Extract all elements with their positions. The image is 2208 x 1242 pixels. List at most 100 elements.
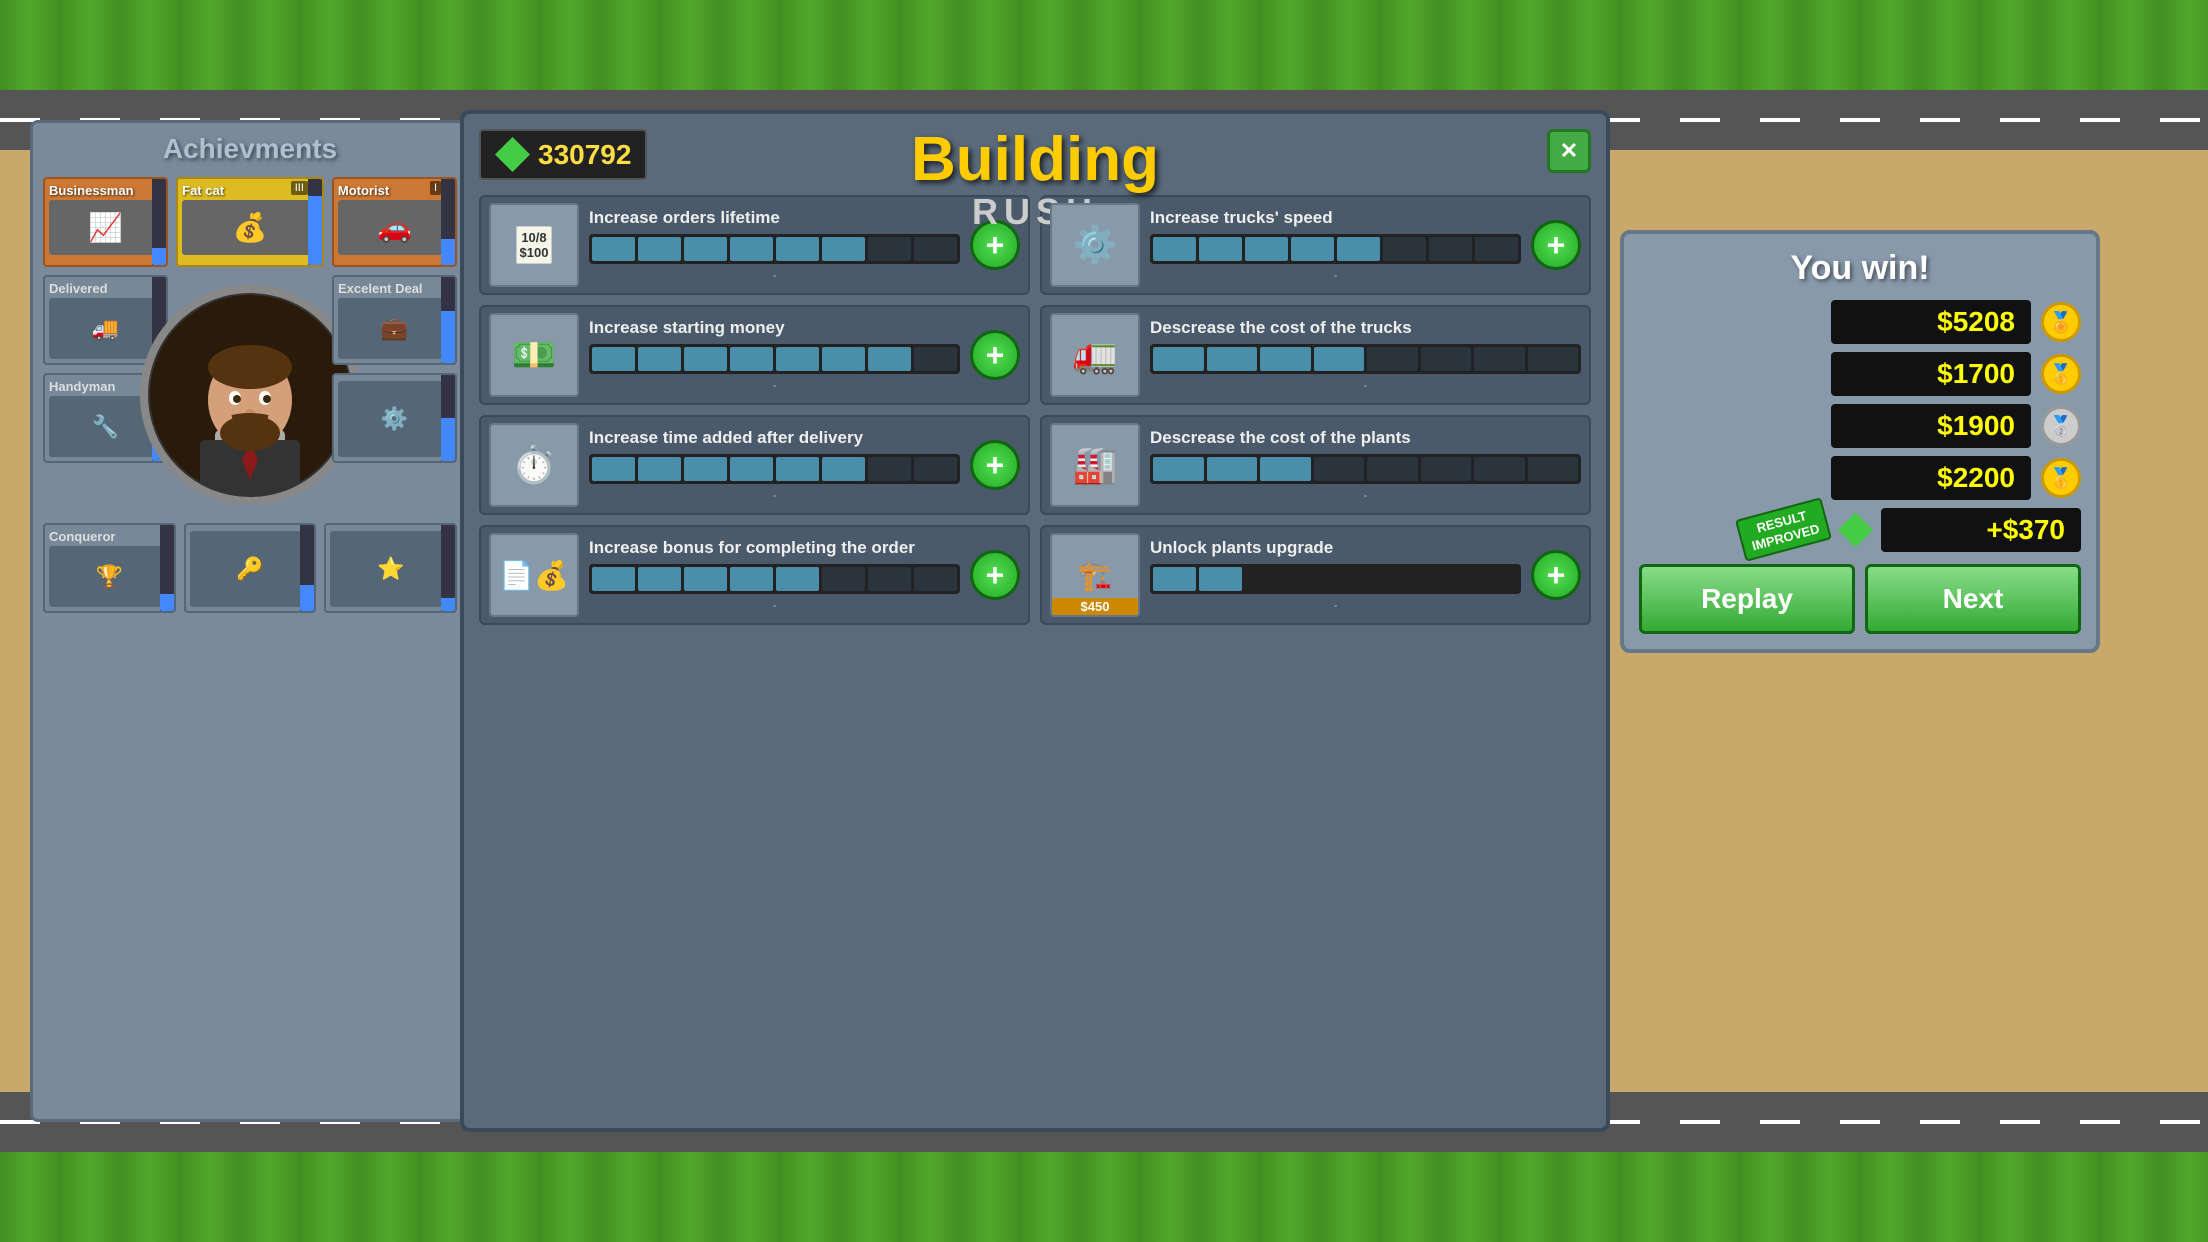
upgrade-level-time-delivery: - [589, 488, 960, 502]
upgrade-icon-unlock-plants: 🏗️ $450 [1050, 533, 1140, 617]
achievement-inner-blank1: 🔑 [190, 531, 311, 607]
upgrade-content-unlock-plants: Unlock plants upgrade - [1150, 538, 1521, 612]
replay-button[interactable]: Replay [1639, 564, 1855, 634]
bo-seg3 [684, 567, 727, 591]
progress-fill-motorist [441, 239, 455, 265]
bo-seg2 [638, 567, 681, 591]
achievement-inner-unknown: ⚙️ [338, 381, 451, 457]
ts-seg3 [1245, 237, 1288, 261]
achievement-card-blank1[interactable]: 🔑 [184, 523, 317, 613]
achievement-card-blank2[interactable]: ⭐ [324, 523, 457, 613]
upgrade-icon-orders: 10/8$100 [489, 203, 579, 287]
progress-blank1 [300, 525, 314, 611]
up-seg7 [1429, 567, 1472, 591]
upgrade-content-plants-cost: Descrease the cost of the plants - [1150, 428, 1581, 502]
header-left: 330792 [479, 129, 647, 180]
upgrade-content-trucks-cost: Descrease the cost of the trucks - [1150, 318, 1581, 392]
sm-seg8 [914, 347, 957, 371]
up-seg4 [1291, 567, 1334, 591]
progress-businessman [152, 179, 166, 265]
progress-fill-businessman [152, 248, 166, 265]
medal-4: 🥇 [2041, 458, 2081, 498]
achievement-inner-conqueror: 🏆 [49, 546, 170, 607]
achievement-card-excellent[interactable]: Excelent Deal 💼 [332, 275, 457, 365]
upgrade-item-trucks-speed: ⚙️ Increase trucks' speed [1040, 195, 1591, 295]
avatar [140, 285, 360, 505]
close-button[interactable]: ✕ [1547, 129, 1591, 173]
progress-excellent [441, 277, 455, 363]
ts-seg5 [1337, 237, 1380, 261]
main-dialog: 330792 Building RUSH ✕ 10/8$100 Increase… [460, 110, 1610, 1132]
ts-seg4 [1291, 237, 1334, 261]
sm-seg7 [868, 347, 911, 371]
seg8 [914, 237, 957, 261]
achievement-inner-blank2: ⭐ [330, 531, 451, 607]
upgrade-segments-time-delivery [589, 454, 960, 484]
achievement-label-delivered: Delivered [49, 281, 162, 296]
td-seg5 [776, 457, 819, 481]
td-seg4 [730, 457, 773, 481]
pc-seg8 [1528, 457, 1579, 481]
achievement-card-businessman[interactable]: Businessman I 📈 [43, 177, 168, 267]
tc-seg4 [1314, 347, 1365, 371]
you-win-title: You win! [1639, 249, 2081, 288]
you-win-panel: You win! $5208 🏅 $1700 🥇 $1900 🥈 $2200 🥇… [1620, 230, 2100, 653]
tc-seg2 [1207, 347, 1258, 371]
money-icon [495, 137, 530, 172]
upgrade-icon-trucks-speed: ⚙️ [1050, 203, 1140, 287]
dialog-header: 330792 Building RUSH ✕ [479, 129, 1591, 180]
upgrade-bar-plants-cost [1150, 454, 1581, 484]
pc-seg4 [1314, 457, 1365, 481]
up-seg8 [1475, 567, 1518, 591]
progress-fill-excellent [441, 311, 455, 363]
sm-seg2 [638, 347, 681, 371]
upgrade-level-orders: - [589, 268, 960, 282]
upgrade-bar-orders [589, 234, 960, 264]
upgrade-grid: 10/8$100 Increase orders lifetime [479, 195, 1591, 625]
upgrade-add-trucks-speed[interactable]: + [1531, 220, 1581, 270]
bo-seg8 [914, 567, 957, 591]
upgrade-segments-trucks-speed [1150, 234, 1521, 264]
upgrade-segments-plants-cost [1150, 454, 1581, 484]
upgrade-icon-bonus-order: 📄💰 [489, 533, 579, 617]
achievement-inner-delivered: 🚚 [49, 298, 162, 359]
score-row-3: $1900 🥈 [1639, 404, 2081, 448]
progress-fill-unknown [441, 418, 455, 461]
upgrade-add-unlock-plants[interactable]: + [1531, 550, 1581, 600]
achievement-row-1: Businessman I 📈 Fat cat III 💰 Motorist I… [43, 177, 457, 267]
progress-fill-blank2 [441, 598, 455, 611]
achievement-card-conqueror[interactable]: Conqueror 🏆 [43, 523, 176, 613]
upgrade-icon-trucks-cost: 🚛 [1050, 313, 1140, 397]
achievement-card-fatcat[interactable]: Fat cat III 💰 [176, 177, 324, 267]
seg1 [592, 237, 635, 261]
achievement-card-unknown[interactable]: ⚙️ [332, 373, 457, 463]
achievement-card-motorist[interactable]: Motorist I 🚗 [332, 177, 457, 267]
upgrade-item-plants-cost: 🏭 Descrease the cost of the plants [1040, 415, 1591, 515]
upgrade-segments-orders [589, 234, 960, 264]
upgrade-bar-time-delivery [589, 454, 960, 484]
upgrade-add-bonus-order[interactable]: + [970, 550, 1020, 600]
medal-1: 🏅 [2041, 302, 2081, 342]
score-value-3: $1900 [1831, 404, 2031, 448]
upgrade-level-trucks-speed: - [1150, 268, 1521, 282]
ts-seg6 [1383, 237, 1426, 261]
upgrade-name-time-delivery: Increase time added after delivery [589, 428, 960, 448]
up-seg2 [1199, 567, 1242, 591]
tc-seg6 [1421, 347, 1472, 371]
progress-unknown [441, 375, 455, 461]
upgrade-icon-starting-money: 💵 [489, 313, 579, 397]
upgrade-add-starting-money[interactable]: + [970, 330, 1020, 380]
upgrade-add-time-delivery[interactable]: + [970, 440, 1020, 490]
progress-motorist [441, 179, 455, 265]
upgrade-bar-trucks-speed [1150, 234, 1521, 264]
upgrade-item-bonus-order: 📄💰 Increase bonus for completing the ord… [479, 525, 1030, 625]
bo-seg6 [822, 567, 865, 591]
next-button[interactable]: Next [1865, 564, 2081, 634]
tc-seg3 [1260, 347, 1311, 371]
currency-value: 330792 [538, 139, 631, 171]
upgrade-item-trucks-cost: 🚛 Descrease the cost of the trucks [1040, 305, 1591, 405]
achievement-tier-fatcat: III [291, 181, 308, 195]
upgrade-item-time-delivery: ⏱️ Increase time added after delivery [479, 415, 1030, 515]
achievements-panel: Achievments Businessman I 📈 Fat cat III … [30, 120, 470, 1122]
score-row-1: $5208 🏅 [1639, 300, 2081, 344]
